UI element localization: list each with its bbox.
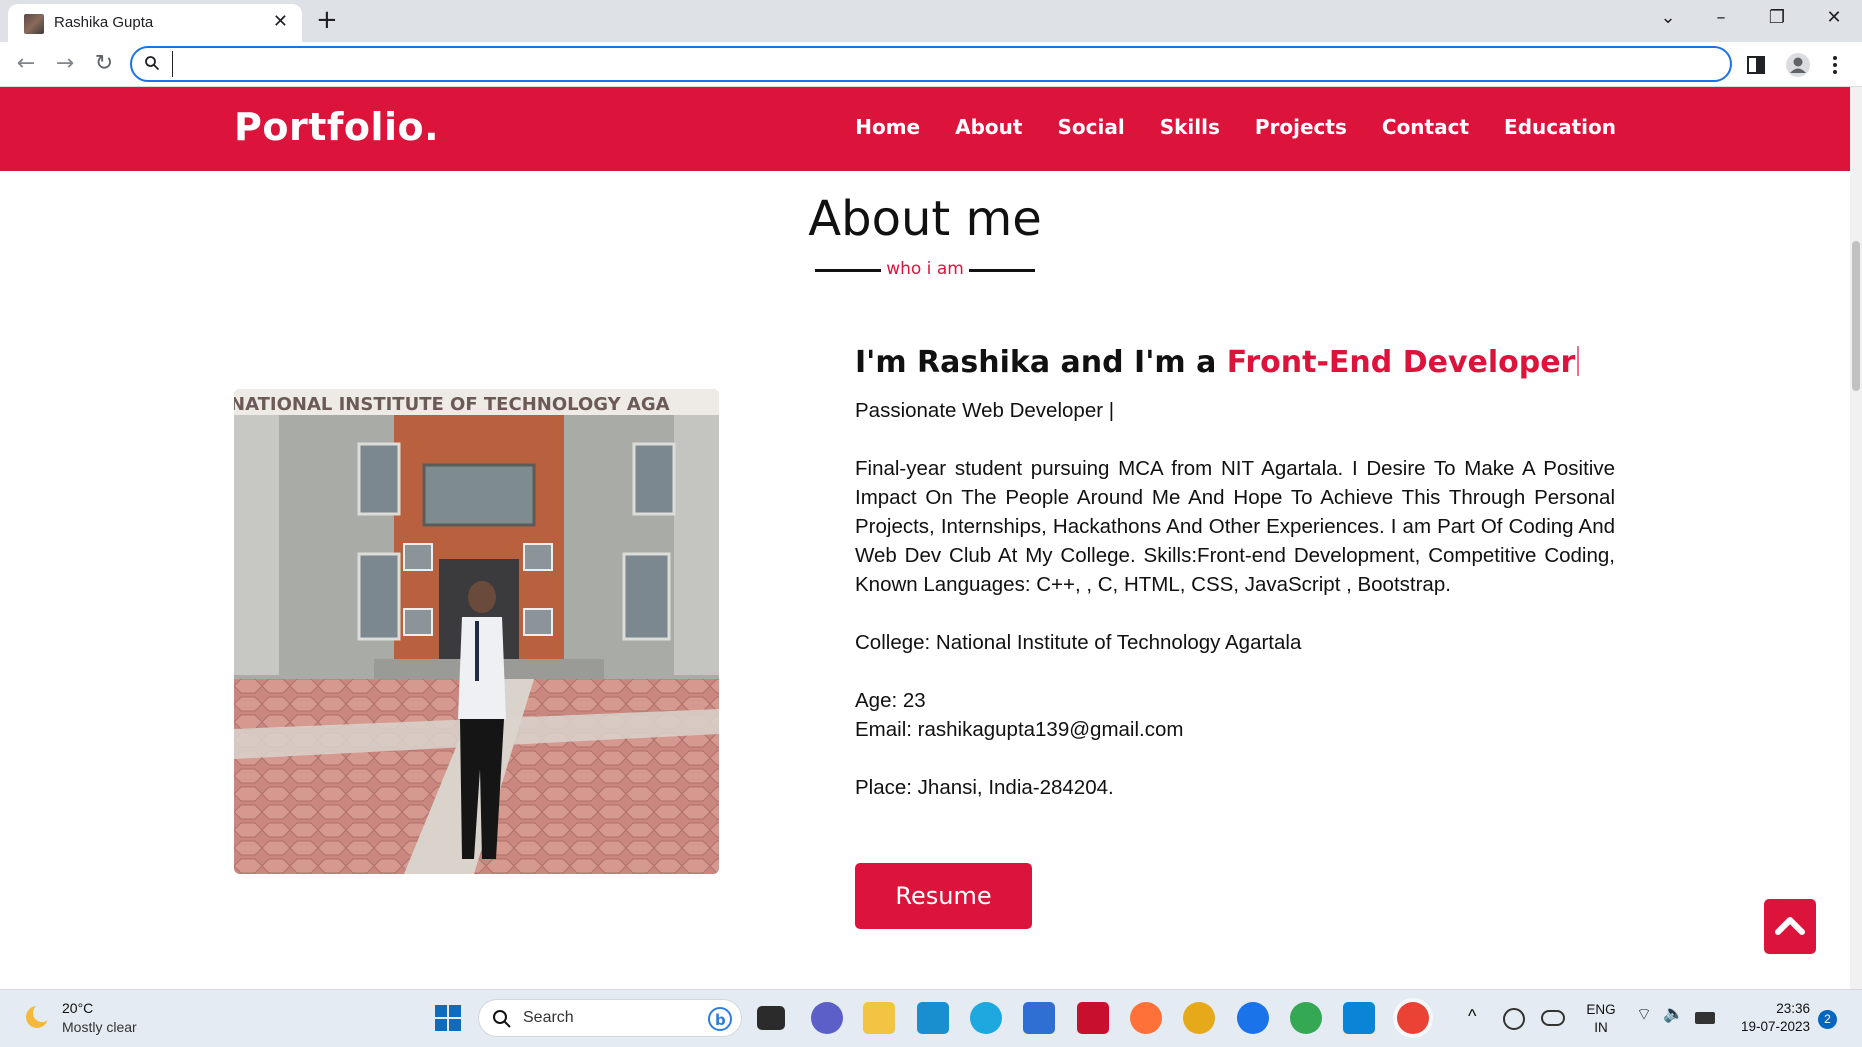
windows-start-icon[interactable] (432, 1002, 464, 1034)
firefox-icon[interactable] (1130, 1002, 1162, 1034)
wifi-icon[interactable]: ⌔ (1636, 1004, 1652, 1025)
os-taskbar: 20°C Mostly clear Search b ^ ENG IN ⌔ 🔈 … (0, 989, 1862, 1047)
age-info: Age: 23 (855, 689, 926, 712)
nav-link-social[interactable]: Social (1057, 115, 1124, 139)
section-title: About me (808, 191, 1042, 247)
chevron-up-icon (1775, 917, 1805, 935)
store-icon[interactable] (1023, 1002, 1055, 1034)
clock-date[interactable]: 19-07-2023 (1730, 1019, 1810, 1034)
sync-icon[interactable] (1503, 1008, 1525, 1030)
edge-icon[interactable] (970, 1002, 1002, 1034)
mcafee-icon[interactable] (1077, 1002, 1109, 1034)
new-tab-button[interactable]: + (316, 6, 338, 34)
section-subtitle: who i am (815, 257, 1035, 283)
bio-paragraph: Final-year student pursuing MCA from NIT… (855, 457, 1615, 596)
place-info: Place: Jhansi, India-284204. (855, 776, 1114, 799)
task-view-icon[interactable] (757, 1006, 785, 1030)
taskbar-search[interactable]: Search b (478, 999, 742, 1037)
address-input[interactable] (172, 51, 1672, 77)
favicon-icon (24, 14, 44, 34)
forward-button[interactable]: → (51, 50, 79, 78)
svg-text:b: b (715, 1011, 726, 1029)
search-icon (145, 56, 160, 71)
nav-link-about[interactable]: About (955, 115, 1022, 139)
intro-prefix: I'm Rashika and I'm a (855, 345, 1227, 380)
typing-caret (1577, 346, 1580, 376)
scrollbar-thumb[interactable] (1852, 241, 1860, 391)
file-explorer-icon[interactable] (863, 1002, 895, 1034)
tab-search-chevron-icon[interactable]: ⌄ (1654, 8, 1682, 28)
weather-moon-icon[interactable] (22, 1002, 52, 1032)
tray-overflow-chevron-icon[interactable]: ^ (1468, 1006, 1476, 1027)
scroll-to-top-button[interactable] (1764, 899, 1816, 954)
nav-link-projects[interactable]: Projects (1255, 115, 1347, 139)
reload-button[interactable]: ↻ (90, 50, 118, 78)
email-info: Email: rashikagupta139@gmail.com (855, 718, 1184, 741)
nav-link-education[interactable]: Education (1504, 115, 1616, 139)
photo-banner-text: NATIONAL INSTITUTE OF TECHNOLOGY AGA (234, 394, 670, 415)
profile-photo: NATIONAL INSTITUTE OF TECHNOLOGY AGA (234, 389, 719, 874)
page-scrollbar[interactable] (1850, 87, 1862, 989)
site-logo[interactable]: Portfolio. (234, 105, 439, 149)
restore-button[interactable]: ❐ (1763, 8, 1791, 28)
clock-time[interactable]: 23:36 (1730, 1001, 1810, 1016)
teams-chat-icon[interactable] (811, 1002, 843, 1034)
weather-description[interactable]: Mostly clear (62, 1019, 137, 1035)
side-panel-icon[interactable] (1743, 52, 1769, 78)
taskbar-search-label: Search (523, 1009, 574, 1026)
more-menu-icon[interactable] (1822, 52, 1848, 78)
address-bar[interactable] (130, 46, 1732, 82)
weather-temperature[interactable]: 20°C (62, 1000, 93, 1016)
search-icon (493, 1010, 511, 1028)
tab-title: Rashika Gupta (54, 14, 154, 31)
bing-icon: b (708, 1007, 732, 1031)
resume-button[interactable]: Resume (855, 863, 1032, 929)
nav-link-home[interactable]: Home (855, 115, 920, 139)
volume-icon[interactable]: 🔈 (1663, 1004, 1684, 1024)
page-viewport: Portfolio. Home About Social Skills Proj… (0, 87, 1850, 989)
tab-strip: Rashika Gupta ✕ + ⌄ – ❐ ✕ (0, 0, 1862, 42)
back-button[interactable]: ← (12, 50, 40, 78)
site-menu: Home About Social Skills Projects Contac… (855, 115, 1616, 139)
language-indicator-top[interactable]: ENG (1585, 1002, 1617, 1017)
onedrive-cloud-icon[interactable] (1541, 1010, 1565, 1026)
college-info: College: National Institute of Technolog… (855, 631, 1302, 654)
mybp-app-icon[interactable] (917, 1002, 949, 1034)
chrome-canary-icon[interactable] (1183, 1002, 1215, 1034)
close-window-button[interactable]: ✕ (1820, 8, 1848, 28)
chrome-icon[interactable] (1290, 1002, 1322, 1034)
site-navbar: Portfolio. Home About Social Skills Proj… (0, 87, 1850, 171)
notification-badge[interactable]: 2 (1818, 1010, 1837, 1029)
battery-icon[interactable] (1695, 1012, 1715, 1024)
about-content: I'm Rashika and I'm a Front-End Develope… (855, 345, 1615, 802)
tagline: Passionate Web Developer | (855, 399, 1115, 422)
vscode-icon[interactable] (1343, 1002, 1375, 1034)
help-icon[interactable] (1237, 1002, 1269, 1034)
nav-link-contact[interactable]: Contact (1382, 115, 1469, 139)
language-indicator-bottom[interactable]: IN (1585, 1020, 1617, 1035)
browser-toolbar: ← → ↻ (0, 42, 1862, 87)
chrome-active-icon[interactable] (1397, 1002, 1429, 1034)
intro-heading: I'm Rashika and I'm a Front-End Develope… (855, 345, 1615, 380)
subtitle-right-rule (969, 269, 1035, 272)
tab-close-icon[interactable]: ✕ (273, 12, 288, 32)
intro-role: Front-End Developer (1226, 345, 1576, 380)
minimize-button[interactable]: – (1707, 8, 1735, 28)
browser-tab[interactable]: Rashika Gupta ✕ (8, 4, 302, 42)
profile-avatar-icon[interactable] (1785, 52, 1811, 78)
nav-link-skills[interactable]: Skills (1160, 115, 1220, 139)
